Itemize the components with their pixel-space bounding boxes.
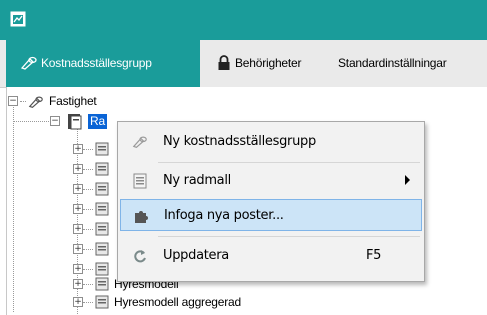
menu-separator xyxy=(158,236,420,237)
document-icon xyxy=(95,142,109,156)
tab-bar: Kostnadsställesgrupp Behörigheter Standa… xyxy=(0,40,487,88)
tree-expander-child[interactable]: + xyxy=(73,184,83,194)
tree-node-fastighet[interactable]: Fastighet xyxy=(49,94,97,108)
tree-expander-child[interactable]: + xyxy=(73,164,83,174)
tree-connector xyxy=(13,121,49,122)
tree-expander-hyresmodell[interactable]: + xyxy=(73,279,83,289)
puzzle-icon xyxy=(135,211,148,223)
tree-expander-selected[interactable]: − xyxy=(50,116,60,126)
title-bar xyxy=(0,0,487,40)
folder-doc-icon xyxy=(68,114,82,130)
menu-item-label: Ny kostnadsställesgrupp xyxy=(163,134,316,149)
tab-label: Kostnadsställesgrupp xyxy=(41,56,152,70)
menu-item-ny-radmall[interactable]: Ny radmall xyxy=(120,165,422,197)
tree-node-selected[interactable]: Ra xyxy=(88,114,107,129)
tree-connector xyxy=(83,284,93,285)
tree-connector xyxy=(83,229,93,230)
tree-expander-fastighet[interactable]: − xyxy=(8,96,18,106)
document-icon xyxy=(95,162,109,176)
document-icon xyxy=(95,202,109,216)
menu-item-label: Ny radmall xyxy=(163,173,231,188)
key-pen-icon xyxy=(28,96,43,108)
tree-expander-child[interactable]: + xyxy=(73,144,83,154)
refresh-icon xyxy=(134,250,146,263)
tree-connector xyxy=(83,269,93,270)
tab-behorigheter[interactable]: Behörigheter xyxy=(208,40,302,87)
tree-connector xyxy=(83,302,93,303)
tab-standardinstallningar[interactable]: Standardinställningar xyxy=(338,40,447,87)
submenu-arrow-icon xyxy=(405,175,410,185)
key-pen-icon xyxy=(132,136,147,148)
tree-connector xyxy=(83,249,93,250)
menu-item-label: Infoga nya poster... xyxy=(164,208,284,223)
tree-connector xyxy=(13,107,14,312)
tree-expander-child[interactable]: + xyxy=(73,204,83,214)
document-icon xyxy=(133,173,147,189)
menu-separator xyxy=(158,162,420,163)
menu-item-ny-kostnadsstallesgrupp[interactable]: Ny kostnadsställesgrupp xyxy=(120,126,422,158)
tree-expander-child[interactable]: + xyxy=(73,224,83,234)
document-icon xyxy=(95,182,109,196)
menu-item-infoga-nya-poster[interactable]: Infoga nya poster... xyxy=(120,199,422,231)
tree-connector xyxy=(20,101,26,102)
document-icon xyxy=(95,295,109,309)
tree-connector xyxy=(83,169,93,170)
key-pen-icon xyxy=(20,56,37,70)
tree-expander-child[interactable]: + xyxy=(73,264,83,274)
context-menu: Ny kostnadsställesgrupp Ny radmall Infog… xyxy=(117,121,425,282)
tree-expander-child[interactable]: + xyxy=(73,244,83,254)
menu-item-shortcut: F5 xyxy=(366,248,382,263)
tab-label: Standardinställningar xyxy=(338,56,447,70)
document-icon xyxy=(95,222,109,236)
tree-node-hyresmodell-aggregerad[interactable]: Hyresmodell aggregerad xyxy=(114,295,241,309)
tab-kostnadsstallesgrupp[interactable]: Kostnadsställesgrupp xyxy=(6,40,200,87)
tree-connector xyxy=(83,149,93,150)
tab-label: Behörigheter xyxy=(235,56,302,70)
tree-connector xyxy=(83,189,93,190)
document-icon xyxy=(95,277,109,291)
app-window-icon[interactable] xyxy=(10,11,26,27)
tree-connector xyxy=(83,209,93,210)
menu-item-label: Uppdatera xyxy=(163,248,229,263)
document-icon xyxy=(95,262,109,276)
tree-expander-hyresmodell-aggregerad[interactable]: + xyxy=(73,297,83,307)
padlock-icon xyxy=(218,54,230,70)
document-icon xyxy=(95,242,109,256)
menu-item-uppdatera[interactable]: Uppdatera F5 xyxy=(120,240,422,272)
